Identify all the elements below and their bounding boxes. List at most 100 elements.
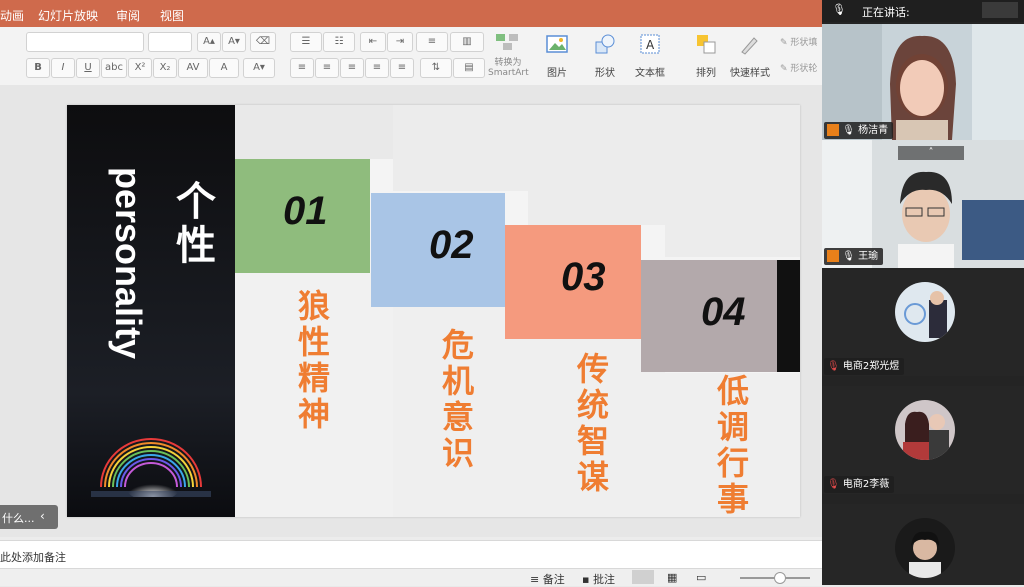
comment-icon: ▪	[582, 573, 590, 586]
pen-icon: ✎	[780, 64, 788, 74]
microphone-icon: 🎙	[832, 3, 846, 16]
chevron-left-icon: ‹	[40, 509, 45, 523]
text-effects-button[interactable]: A	[209, 58, 239, 78]
underline-button[interactable]: U	[76, 58, 100, 78]
participant-3-nametag: 🎙 电商2郑光煜	[824, 358, 905, 375]
participant-tile-3[interactable]: 🎙 电商2郑光煜	[822, 270, 1024, 376]
quick-styles-icon	[741, 37, 758, 55]
strikethrough-button[interactable]: abc	[101, 58, 127, 78]
participant-3-avatar	[895, 282, 955, 342]
mic-muted-icon: 🎙	[827, 479, 840, 490]
grow-font-button[interactable]: A▴	[197, 32, 221, 52]
status-bar: ≡ 备注 ▪ 批注 ▦ ▭	[0, 568, 822, 586]
host-icon	[827, 250, 839, 262]
participant-4-avatar	[895, 400, 955, 460]
shape-outline-label: 形状轮	[790, 64, 818, 74]
item-1-number: 01	[283, 189, 328, 233]
slide-right-dark-strip	[777, 260, 800, 372]
item-3-number: 03	[561, 255, 606, 299]
mic-icon: 🎙	[842, 251, 855, 262]
notes-area[interactable]: 此处添加备注	[0, 540, 822, 569]
slide-col-1-top	[235, 105, 393, 159]
chevron-up-icon[interactable]: ˄	[898, 146, 964, 160]
slide-sorter-icon[interactable]: ▦	[667, 571, 677, 584]
ribbon-toolbar: A▴ A▾ ⌫ B I U abc X² X₂ AV A A▾ ☰ ☷ ⇤ ⇥ …	[0, 27, 822, 86]
quick-styles-button[interactable]: 快速样式	[726, 31, 774, 83]
item-4-tile: 04	[641, 260, 777, 372]
insert-textbox-button[interactable]: A 文本框	[628, 31, 672, 83]
font-color-button[interactable]: A▾	[243, 58, 275, 78]
participant-tile-5[interactable]	[822, 504, 1024, 585]
insert-shape-button[interactable]: 形状	[583, 31, 627, 83]
align-right-button[interactable]: ≡	[340, 58, 364, 78]
bullets-button[interactable]: ☰	[290, 32, 322, 52]
menu-view[interactable]: 视图	[160, 7, 184, 24]
arrange-button[interactable]: 排列	[684, 31, 728, 83]
menu-bar: 动画 幻灯片放映 审阅 视图	[0, 0, 822, 27]
participant-2-nametag: 🎙 王瑜	[824, 248, 884, 265]
bold-button[interactable]: B	[26, 58, 50, 78]
menu-animations[interactable]: 动画	[0, 7, 24, 24]
shape-fill-button[interactable]: ✎ 形状填	[780, 35, 817, 48]
font-name-field[interactable]	[26, 32, 144, 52]
slideshow-icon[interactable]: ▭	[696, 571, 706, 584]
shape-fill-label: 形状填	[790, 38, 818, 48]
item-4-label: 低 调 行 事	[716, 372, 749, 517]
picture-label: 图片	[547, 68, 567, 79]
columns-button[interactable]: ▥	[450, 32, 484, 52]
slide-side-title-cn: 个 性	[176, 179, 216, 269]
text-direction-button[interactable]: ⇅	[420, 58, 452, 78]
normal-view-icon[interactable]	[632, 570, 654, 584]
picture-icon	[546, 35, 568, 53]
convert-smartart-button[interactable]: 转换为 SmartArt	[488, 31, 529, 83]
participant-video-1[interactable]: 🎙 杨洁青	[822, 24, 1024, 140]
meeting-sidebar: 🎙 正在讲话: 🎙 杨洁青 ˄ 🎙 王瑜 🎙 电商2郑光煜 🎙 电商2李薇	[822, 0, 1024, 585]
numbering-button[interactable]: ☷	[323, 32, 355, 52]
rainbow-spring-image	[91, 438, 211, 497]
item-4-number: 04	[701, 290, 746, 334]
superscript-button[interactable]: X²	[128, 58, 152, 78]
arrange-label: 排列	[696, 68, 716, 79]
font-size-field[interactable]	[148, 32, 192, 52]
smartart-icon	[496, 34, 518, 50]
shape-label: 形状	[595, 68, 615, 79]
item-3-label: 传 统 智 谋	[576, 350, 609, 496]
align-left-button[interactable]: ≡	[290, 58, 314, 78]
menu-slideshow[interactable]: 幻灯片放映	[38, 7, 98, 24]
decrease-indent-button[interactable]: ⇤	[360, 32, 386, 52]
participant-1-nametag: 🎙 杨洁青	[824, 122, 894, 139]
item-2-tile: 02	[371, 193, 505, 307]
shrink-font-button[interactable]: A▾	[222, 32, 246, 52]
align-text-button[interactable]: ▤	[453, 58, 485, 78]
increase-indent-button[interactable]: ⇥	[387, 32, 413, 52]
subscript-button[interactable]: X₂	[153, 58, 177, 78]
italic-button[interactable]: I	[51, 58, 75, 78]
textbox-label: 文本框	[635, 68, 665, 79]
shape-outline-button[interactable]: ✎ 形状轮	[780, 61, 817, 74]
slide-col-2-top	[393, 105, 528, 191]
menu-review[interactable]: 审阅	[116, 7, 140, 24]
participant-5-avatar	[895, 518, 955, 578]
participant-4-name: 电商2李薇	[842, 479, 890, 490]
notes-icon: ≡	[530, 573, 540, 586]
participant-2-name: 王瑜	[858, 251, 879, 262]
notes-placeholder: 此处添加备注	[0, 551, 66, 564]
arrange-icon	[697, 35, 716, 54]
distribute-button[interactable]: ≡	[390, 58, 414, 78]
notes-toggle-label: 备注	[542, 573, 565, 586]
mic-muted-icon: 🎙	[827, 361, 840, 372]
paint-bucket-icon: ✎	[780, 38, 788, 48]
participant-video-2[interactable]: ˄ 🎙 王瑜	[822, 140, 1024, 268]
speaking-bar: 🎙 正在讲话:	[822, 0, 1024, 22]
insert-picture-button[interactable]: 图片	[535, 31, 579, 83]
slide-panel-toggle[interactable]: 什么... ‹	[0, 505, 58, 529]
char-spacing-button[interactable]: AV	[178, 58, 208, 78]
participant-tile-4[interactable]: 🎙 电商2李薇	[822, 386, 1024, 494]
slide[interactable]: personality 个 性 01 02 03 04 狼 性 精 神 危 机 …	[67, 105, 800, 517]
line-spacing-button[interactable]: ≡	[416, 32, 448, 52]
justify-button[interactable]: ≡	[365, 58, 389, 78]
slide-col-3-top	[528, 105, 665, 225]
zoom-slider-handle[interactable]	[774, 572, 786, 584]
align-center-button[interactable]: ≡	[315, 58, 339, 78]
clear-format-button[interactable]: ⌫	[250, 32, 276, 52]
